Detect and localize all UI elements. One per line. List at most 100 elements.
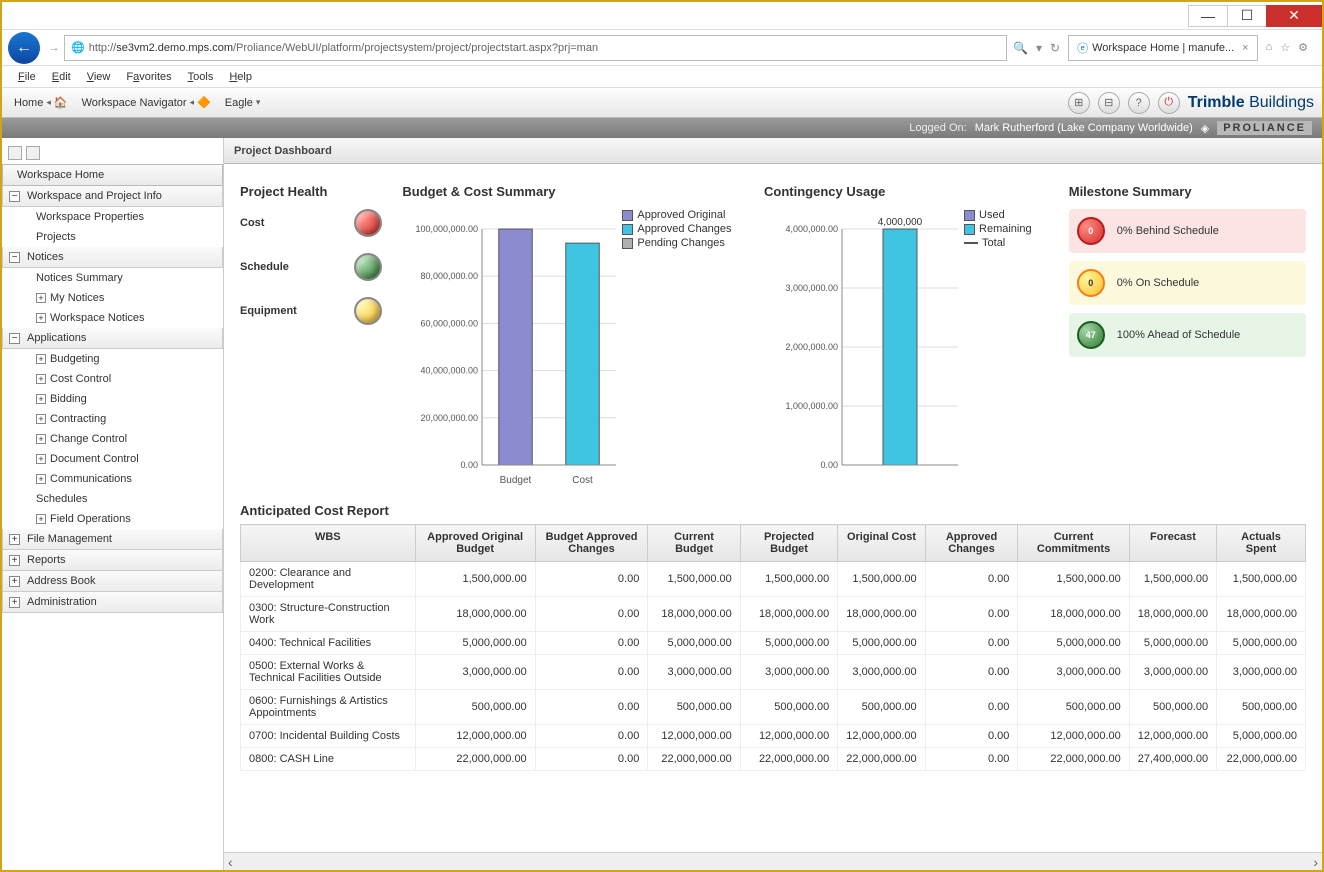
- legend-item: Remaining: [964, 223, 1032, 235]
- menu-file[interactable]: File: [12, 69, 42, 85]
- back-button[interactable]: ←: [8, 32, 40, 64]
- sidebar-section[interactable]: −Applications: [2, 328, 223, 349]
- sidebar-mini-icon-1[interactable]: [8, 146, 22, 160]
- crumb-home[interactable]: Home◂🏠: [10, 94, 72, 111]
- menu-help[interactable]: Help: [223, 69, 258, 85]
- table-header: Projected Budget: [740, 525, 838, 562]
- legend-item: Approved Original: [622, 209, 731, 221]
- browser-tab[interactable]: ⓔ Workspace Home | manufe... ×: [1068, 35, 1257, 61]
- contingency-legend: UsedRemainingTotal: [964, 209, 1032, 489]
- svg-text:40,000,000.00: 40,000,000.00: [421, 366, 479, 376]
- svg-text:3,000,000.00: 3,000,000.00: [785, 283, 838, 293]
- sidebar-section[interactable]: −Notices: [2, 247, 223, 268]
- sidebar-item[interactable]: +Cost Control: [2, 369, 223, 389]
- sidebar-item[interactable]: Projects: [2, 227, 223, 247]
- favorites-icon[interactable]: ☆: [1280, 41, 1290, 54]
- page-title: Project Dashboard: [224, 138, 1322, 164]
- menu-view[interactable]: View: [81, 69, 117, 85]
- milestone-item: 00% Behind Schedule: [1069, 209, 1306, 253]
- logged-label: Logged On:: [909, 122, 967, 134]
- sidebar-item[interactable]: +Communications: [2, 469, 223, 489]
- horizontal-scrollbar[interactable]: ‹ ›: [224, 852, 1322, 870]
- sidebar-mini-icon-2[interactable]: [26, 146, 40, 160]
- scroll-right-icon[interactable]: ›: [1313, 854, 1318, 870]
- maximize-button[interactable]: ☐: [1227, 5, 1267, 27]
- sidebar-item[interactable]: +Contracting: [2, 409, 223, 429]
- table-header: Original Cost: [838, 525, 925, 562]
- health-title: Project Health: [240, 184, 382, 199]
- milestone-item: 47100% Ahead of Schedule: [1069, 313, 1306, 357]
- budget-title: Budget & Cost Summary: [402, 184, 744, 199]
- milestone-badge: 47: [1077, 321, 1105, 349]
- milestone-title: Milestone Summary: [1069, 184, 1306, 199]
- ie-icon: ⓔ: [1077, 40, 1088, 56]
- svg-text:0.00: 0.00: [820, 460, 838, 470]
- svg-text:4,000,000.00: 4,000,000.00: [785, 224, 838, 234]
- url-dropdown-icon[interactable]: ▾: [1034, 39, 1044, 57]
- table-header: Actuals Spent: [1217, 525, 1306, 562]
- sidebar-workspace-home[interactable]: Workspace Home: [2, 164, 223, 186]
- menu-favorites[interactable]: Favorites: [120, 69, 177, 85]
- sidebar-section[interactable]: +Administration: [2, 592, 223, 613]
- sidebar-item[interactable]: +Document Control: [2, 449, 223, 469]
- home-icon[interactable]: ⌂: [1266, 41, 1273, 54]
- sidebar-section[interactable]: +File Management: [2, 529, 223, 550]
- report-title: Anticipated Cost Report: [240, 503, 1306, 518]
- table-row: 0800: CASH Line22,000,000.000.0022,000,0…: [241, 748, 1306, 771]
- sidebar-item[interactable]: Notices Summary: [2, 268, 223, 288]
- toolbar-btn-2[interactable]: ⊟: [1098, 92, 1120, 114]
- sidebar-item[interactable]: +Field Operations: [2, 509, 223, 529]
- legend-item: Used: [964, 209, 1032, 221]
- table-header: WBS: [241, 525, 416, 562]
- menu-tools[interactable]: Tools: [182, 69, 220, 85]
- health-row: Schedule: [240, 253, 382, 281]
- sidebar-item[interactable]: +Budgeting: [2, 349, 223, 369]
- tab-close-icon[interactable]: ×: [1242, 42, 1248, 54]
- home-nav-icon: 🏠: [54, 96, 68, 109]
- settings-icon[interactable]: ⚙: [1298, 41, 1308, 54]
- close-button[interactable]: ✕: [1266, 5, 1322, 27]
- panel-budget-summary: Budget & Cost Summary 0.0020,000,000.004…: [402, 184, 744, 489]
- help-button[interactable]: ?: [1128, 92, 1150, 114]
- sidebar-item[interactable]: Schedules: [2, 489, 223, 509]
- status-ball-red: [354, 209, 382, 237]
- url-path: /Proliance/WebUI/platform/projectsystem/…: [233, 42, 598, 54]
- sidebar-section[interactable]: +Address Book: [2, 571, 223, 592]
- sidebar-item[interactable]: Workspace Properties: [2, 207, 223, 227]
- sidebar-item[interactable]: +Change Control: [2, 429, 223, 449]
- sidebar: Workspace Home −Workspace and Project In…: [2, 138, 224, 870]
- sidebar-item[interactable]: +Workspace Notices: [2, 308, 223, 328]
- sidebar-section[interactable]: +Reports: [2, 550, 223, 571]
- crumb-eagle[interactable]: Eagle▾: [221, 95, 265, 111]
- forward-button[interactable]: →: [44, 34, 64, 62]
- table-row: 0200: Clearance and Development1,500,000…: [241, 562, 1306, 597]
- crumb-workspace-navigator[interactable]: Workspace Navigator◂🔶: [78, 94, 215, 111]
- table-header: Current Commitments: [1018, 525, 1129, 562]
- milestone-badge: 0: [1077, 269, 1105, 297]
- svg-text:0.00: 0.00: [461, 460, 479, 470]
- panel-project-health: Project Health CostScheduleEquipment: [240, 184, 382, 489]
- scroll-left-icon[interactable]: ‹: [228, 854, 233, 870]
- sidebar-item[interactable]: +My Notices: [2, 288, 223, 308]
- toolbar-btn-1[interactable]: ⊞: [1068, 92, 1090, 114]
- legend-item: Approved Changes: [622, 223, 731, 235]
- minimize-button[interactable]: —: [1188, 5, 1228, 27]
- legend-item: Pending Changes: [622, 237, 731, 249]
- search-icon[interactable]: 🔍: [1011, 39, 1030, 57]
- table-row: 0400: Technical Facilities5,000,000.000.…: [241, 632, 1306, 655]
- svg-text:100,000,000.00: 100,000,000.00: [416, 224, 479, 234]
- url-host: se3vm2.demo.mps.com: [116, 42, 233, 54]
- menu-edit[interactable]: Edit: [46, 69, 77, 85]
- budget-legend: Approved Original Approved Changes Pending…: [622, 209, 731, 489]
- power-button[interactable]: ⏻: [1158, 92, 1180, 114]
- page-icon: 🌐: [71, 41, 85, 54]
- refresh-icon[interactable]: ↻: [1048, 39, 1062, 57]
- sidebar-section[interactable]: −Workspace and Project Info: [2, 186, 223, 207]
- window-titlebar: — ☐ ✕: [2, 2, 1322, 30]
- cube-icon: ◈: [1201, 122, 1209, 135]
- svg-text:2,000,000.00: 2,000,000.00: [785, 342, 838, 352]
- table-header: Current Budget: [648, 525, 740, 562]
- sidebar-item[interactable]: +Bidding: [2, 389, 223, 409]
- status-ball-yellow: [354, 297, 382, 325]
- address-bar[interactable]: 🌐 http://se3vm2.demo.mps.com/Proliance/W…: [64, 35, 1007, 61]
